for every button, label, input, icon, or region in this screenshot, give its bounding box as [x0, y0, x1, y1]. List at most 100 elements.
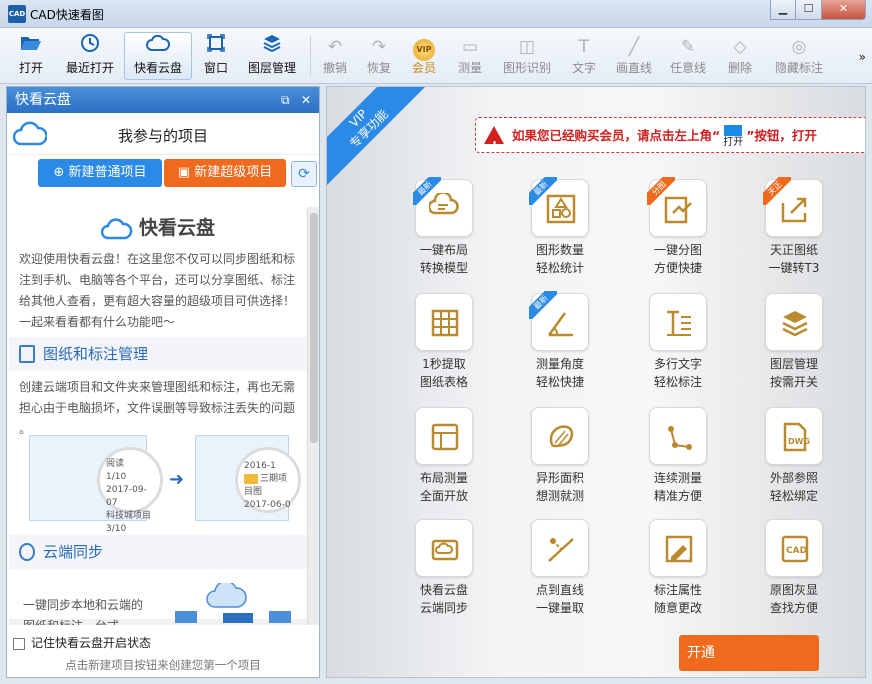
feature-icon-box[interactable] [765, 293, 823, 351]
feature-icon-box[interactable]: 最新 [415, 179, 473, 237]
toolbar-separator [310, 36, 311, 76]
feature-annotation-attr[interactable]: 标注属性随意更改 [633, 519, 723, 629]
feature-layout-measure[interactable]: 布局测量全面开放 [399, 407, 489, 517]
hide-annotation-button[interactable]: ◎ 隐藏标注 [768, 32, 830, 80]
feature-icon-box[interactable] [531, 519, 589, 577]
draw-line-button[interactable]: ╱ 画直线 [612, 32, 656, 80]
section-cloud-sync: 云端同步 [9, 535, 307, 569]
feature-multiline-text[interactable]: 多行文字轻松标注 [633, 293, 723, 403]
maximize-button[interactable]: ☐ [796, 0, 822, 20]
new-super-project-button[interactable]: ▣ 新建超级项目 [164, 159, 286, 187]
window-button[interactable]: 窗口 [196, 32, 236, 80]
feature-subtitle: 查找方便 [749, 599, 839, 617]
feature-split-drawing[interactable]: 分图一键分图方便快捷 [633, 179, 723, 289]
create-project-hint: 点击新建项目按钮来创建您第一个项目 [7, 657, 319, 673]
intro-content: 快看云盘 欢迎使用快看云盘！在这里您不仅可以同步图纸和标注到手机、电脑等各个平台… [9, 207, 307, 619]
plus-circle-icon: ⊕ [53, 165, 68, 180]
remember-state-checkbox[interactable] [13, 638, 25, 650]
member-notice: ! 如果您已经购买会员，请点击左上角“打开”按钮，打开 [475, 117, 866, 153]
feature-title: 图形数量 [515, 241, 605, 259]
feature-angle-measure[interactable]: 最新测量角度轻松快捷 [515, 293, 605, 403]
folder-open-icon [9, 33, 53, 59]
text-icon: T [567, 33, 601, 59]
feature-icon-box[interactable] [531, 407, 589, 465]
toolbar-more-button[interactable]: » [859, 50, 866, 64]
panel-float-button[interactable]: ⧉ [281, 87, 290, 113]
folder-icon [244, 474, 258, 484]
shape-recognize-button[interactable]: ◫ 图形识别 [498, 32, 556, 80]
undo-icon: ↶ [319, 33, 351, 59]
feature-icon-box[interactable] [415, 407, 473, 465]
feature-shape-count[interactable]: 最新图形数量轻松统计 [515, 179, 605, 289]
activate-vip-button[interactable]: 开通 [679, 635, 819, 671]
section-drawing-text: 创建云端项目和文件夹来管理图纸和标注，再也无需担心由于电脑损坏，文件误删等导致标… [19, 377, 303, 440]
feature-export-t3[interactable]: 天正天正图纸一键转T3 [749, 179, 839, 289]
feature-gray-cad[interactable]: CAD 原图灰显查找方便 [749, 519, 839, 629]
angle-measure-icon [545, 307, 577, 339]
app-icon: CAD [8, 5, 26, 23]
table-extract-icon [429, 307, 461, 339]
delete-button[interactable]: ◇ 删除 [722, 32, 758, 80]
redo-button[interactable]: ↷ 恢复 [362, 32, 396, 80]
scrollbar[interactable] [307, 207, 319, 625]
feature-icon-box[interactable] [649, 519, 707, 577]
cloud-sync-small-icon [19, 543, 35, 561]
feature-point-to-line[interactable]: 点到直线一键量取 [515, 519, 605, 629]
measure-button[interactable]: ▭ 测量 [452, 32, 488, 80]
feature-title: 图层管理 [749, 355, 839, 373]
close-button[interactable]: ✕ [822, 0, 866, 20]
feature-title: 多行文字 [633, 355, 723, 373]
refresh-button[interactable]: ⟳ [291, 161, 317, 187]
freehand-line-button[interactable]: ✎ 任意线 [666, 32, 710, 80]
sync-devices-illustration [169, 583, 299, 623]
feature-table-extract[interactable]: 1秒提取图纸表格 [399, 293, 489, 403]
feature-continuous-measure[interactable]: 连续测量精准方便 [633, 407, 723, 517]
feature-subtitle: 轻松标注 [633, 373, 723, 391]
feature-xref-dwg[interactable]: DWG外部参照轻松绑定 [749, 407, 839, 517]
new-normal-project-button[interactable]: ⊕ 新建普通项目 [38, 159, 162, 187]
cloud-disk-button[interactable]: 快看云盘 [124, 32, 192, 80]
cloud-panel: 快看云盘 ⧉ ✕ 我参与的项目 ⊕ 新建普通项目 ▣ 新建超级项目 ⟳ 快看云盘… [6, 86, 320, 678]
feature-icon-box[interactable]: DWG [765, 407, 823, 465]
clock-icon [61, 33, 119, 59]
feature-icon-box[interactable] [415, 293, 473, 351]
feature-layout-convert[interactable]: 最新一键布局转换模型 [399, 179, 489, 289]
feature-icon-box[interactable] [415, 519, 473, 577]
minimize-button[interactable]: ▁ [770, 0, 796, 20]
feature-icon-box[interactable]: 天正 [765, 179, 823, 237]
feature-icon-box[interactable] [649, 407, 707, 465]
feature-layer-manage[interactable]: 图层管理按需开关 [749, 293, 839, 403]
remember-state-row[interactable]: 记住快看云盘开启状态 [7, 632, 319, 654]
feature-title: 1秒提取 [399, 355, 489, 373]
project-buttons: ⊕ 新建普通项目 ▣ 新建超级项目 ⟳ [7, 155, 319, 191]
svg-text:DWG: DWG [788, 437, 810, 446]
scrollbar-thumb[interactable] [310, 213, 318, 443]
multiline-text-icon [663, 307, 695, 339]
feature-title: 原图灰显 [749, 581, 839, 599]
feature-subtitle: 随意更改 [633, 599, 723, 617]
feature-cloud-sync[interactable]: 快看云盘云端同步 [399, 519, 489, 629]
continuous-measure-icon [663, 421, 695, 453]
svg-text:CAD: CAD [786, 546, 807, 556]
layer-manage-button[interactable]: 图层管理 [242, 32, 302, 80]
intro-scroll-area[interactable]: 快看云盘 欢迎使用快看云盘！在这里您不仅可以同步图纸和标注到手机、电脑等各个平台… [9, 207, 319, 625]
feature-subtitle: 一键量取 [515, 599, 605, 617]
feature-icon-box[interactable] [649, 293, 707, 351]
panel-close-button[interactable]: ✕ [301, 87, 311, 113]
brand-heading: 快看云盘 [9, 213, 307, 243]
arrow-right-icon: ➜ [169, 469, 184, 490]
text-button[interactable]: T 文字 [566, 32, 602, 80]
feature-icon-box[interactable]: CAD [765, 519, 823, 577]
feature-icon-box[interactable]: 分图 [649, 179, 707, 237]
feature-title: 标注属性 [633, 581, 723, 599]
recent-open-button[interactable]: 最近打开 [60, 32, 120, 80]
ruler-icon: ▭ [453, 33, 487, 59]
feature-icon-box[interactable]: 最新 [531, 179, 589, 237]
vip-ribbon: VIP 专享功能 [326, 86, 429, 189]
undo-button[interactable]: ↶ 撤销 [318, 32, 352, 80]
vip-button[interactable]: VIP 会员 [406, 32, 442, 80]
feature-icon-box[interactable]: 最新 [531, 293, 589, 351]
open-button[interactable]: 打开 [8, 32, 54, 80]
feature-irregular-area[interactable]: 异形面积想测就测 [515, 407, 605, 517]
panel-header: 快看云盘 ⧉ ✕ [7, 87, 319, 113]
